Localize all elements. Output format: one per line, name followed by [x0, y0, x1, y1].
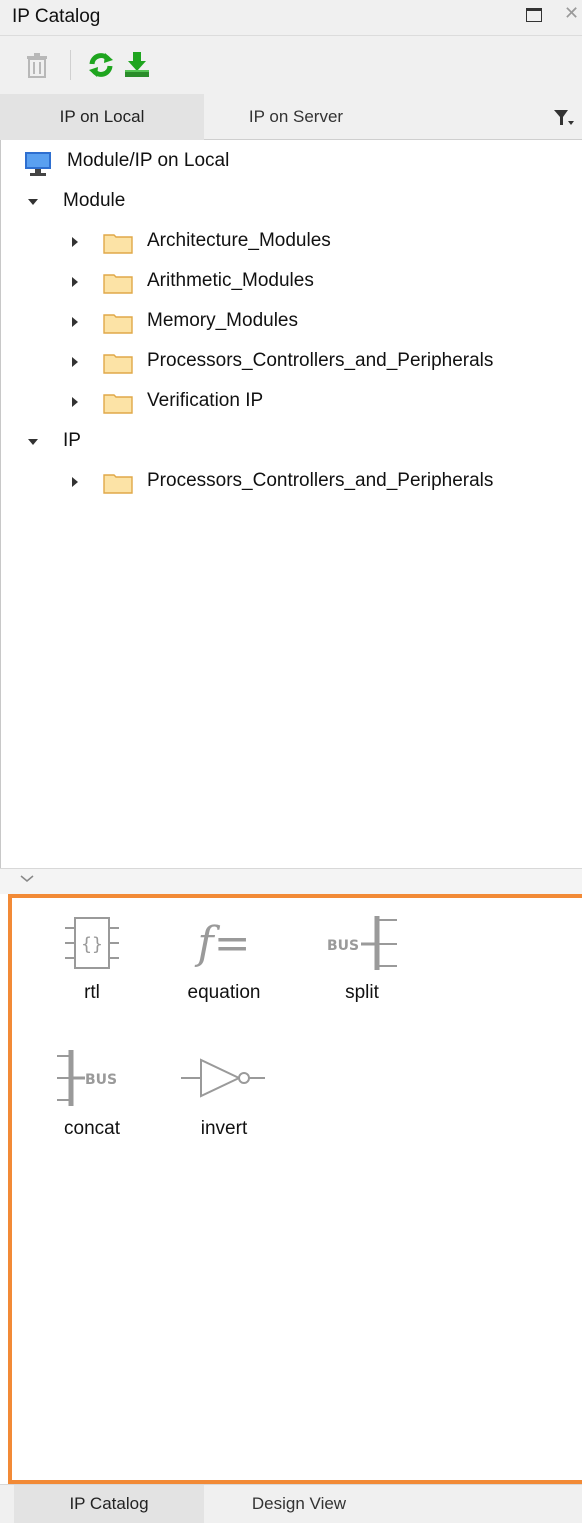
chevron-right-icon[interactable]: [72, 477, 78, 487]
component-label: invert: [200, 1118, 248, 1139]
panel-splitter[interactable]: [0, 868, 582, 894]
chevron-right-icon[interactable]: [72, 277, 78, 287]
tree-item[interactable]: Verification IP: [1, 382, 582, 422]
filter-icon[interactable]: [553, 107, 575, 129]
chevron-right-icon[interactable]: [72, 357, 78, 367]
tree-root-label: Module/IP on Local: [67, 150, 230, 171]
rtl-icon: {}: [65, 917, 119, 969]
tree-item[interactable]: Processors_Controllers_and_Peripherals: [1, 342, 582, 382]
tree-item-label: Arithmetic_Modules: [147, 270, 314, 291]
tree-group-label: Module: [63, 190, 126, 211]
rtl-glyph: {}: [81, 934, 103, 955]
folder-icon: [103, 274, 133, 294]
tree-group-module[interactable]: Module: [1, 182, 582, 222]
component-split[interactable]: BUS split: [302, 908, 422, 1004]
tree-item-label: Memory_Modules: [147, 310, 298, 331]
chevron-right-icon[interactable]: [72, 317, 78, 327]
tab-ip-on-local[interactable]: IP on Local: [0, 94, 204, 140]
refresh-icon[interactable]: [86, 50, 116, 80]
concat-icon: BUS: [57, 1050, 117, 1106]
folder-icon: [103, 234, 133, 254]
chevron-down-icon[interactable]: [28, 439, 38, 445]
computer-icon: [25, 152, 51, 176]
component-equation[interactable]: f= equation: [164, 908, 284, 1004]
folder-icon: [103, 474, 133, 494]
folder-icon: [103, 354, 133, 374]
equation-icon: f=: [194, 918, 250, 969]
window-title: IP Catalog: [12, 6, 101, 27]
chevron-right-icon[interactable]: [72, 397, 78, 407]
split-icon: BUS: [327, 916, 397, 970]
bottom-tabs: IP Catalog Design View: [0, 1484, 582, 1523]
tree-item-label: Architecture_Modules: [147, 230, 331, 251]
trash-icon[interactable]: [22, 50, 52, 80]
component-rtl[interactable]: {} rtl: [32, 908, 152, 1004]
component-invert[interactable]: invert: [164, 1044, 284, 1140]
tree-item[interactable]: Memory_Modules: [1, 302, 582, 342]
chevron-down-icon[interactable]: [28, 199, 38, 205]
component-concat[interactable]: BUS concat: [32, 1044, 152, 1140]
tab-ip-on-server[interactable]: IP on Server: [204, 94, 388, 140]
toolbar-separator: [70, 50, 71, 80]
tree-item[interactable]: Processors_Controllers_and_Peripherals: [1, 462, 582, 502]
bus-text: BUS: [85, 1072, 117, 1088]
tree-item-label: Processors_Controllers_and_Peripherals: [147, 470, 494, 491]
chevron-right-icon[interactable]: [72, 237, 78, 247]
equation-glyph: f=: [194, 918, 250, 969]
component-label: equation: [187, 982, 261, 1003]
tab-ip-catalog[interactable]: IP Catalog: [14, 1485, 204, 1523]
title-bar: IP Catalog ✕: [0, 0, 582, 36]
close-icon[interactable]: ✕: [564, 3, 579, 24]
tree-item[interactable]: Architecture_Modules: [1, 222, 582, 262]
toolbar: [0, 36, 582, 94]
component-label: rtl: [84, 982, 100, 1003]
restore-icon[interactable]: [526, 8, 542, 22]
invert-icon: [181, 1058, 265, 1098]
folder-icon: [103, 394, 133, 414]
tree-item-label: Processors_Controllers_and_Peripherals: [147, 350, 494, 371]
tab-design-view[interactable]: Design View: [204, 1485, 394, 1523]
catalog-tabs: IP on Local IP on Server: [0, 94, 582, 140]
tree-item[interactable]: Arithmetic_Modules: [1, 262, 582, 302]
components-panel: {} rtl f= equation BUS split BUS concat: [8, 894, 582, 1484]
component-label: split: [345, 982, 379, 1003]
download-icon[interactable]: [122, 50, 152, 80]
tree-root[interactable]: Module/IP on Local: [1, 142, 582, 182]
ip-tree: Module/IP on Local Module Architecture_M…: [0, 140, 582, 868]
tree-group-label: IP: [63, 430, 81, 451]
tree-group-ip[interactable]: IP: [1, 422, 582, 462]
chevron-down-icon[interactable]: [18, 871, 36, 885]
bus-text: BUS: [327, 938, 359, 954]
tree-item-label: Verification IP: [147, 390, 264, 411]
folder-icon: [103, 314, 133, 334]
component-label: concat: [64, 1118, 120, 1139]
